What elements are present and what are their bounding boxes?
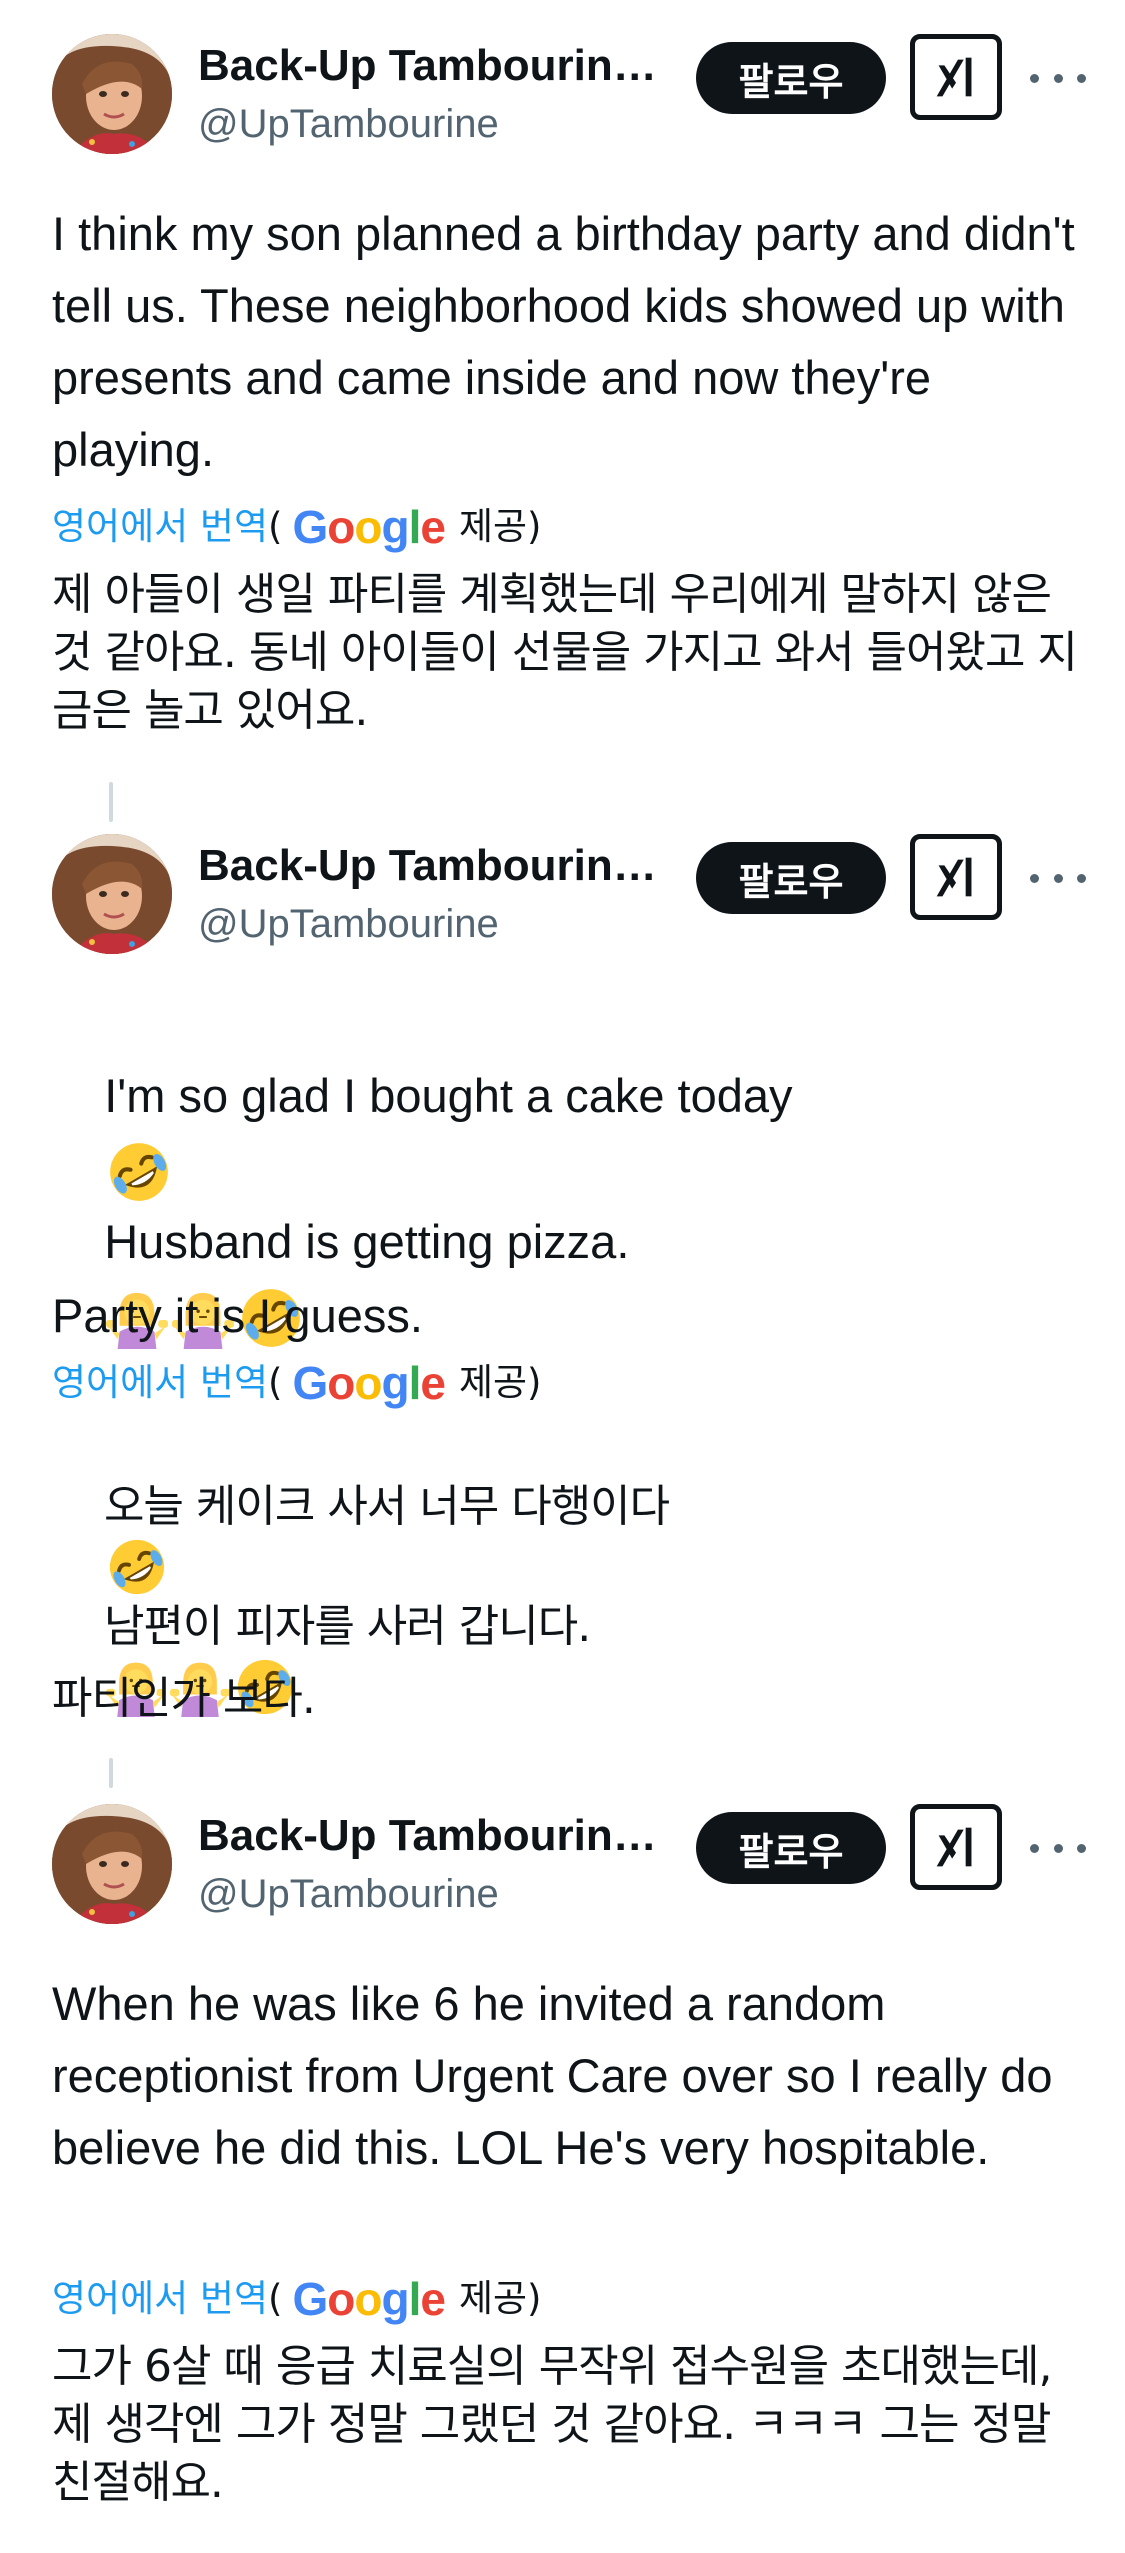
translated-segment: 남편이 피자를 사러 갑니다. bbox=[103, 1601, 591, 1652]
google-logo: Google bbox=[292, 2273, 445, 2325]
display-name[interactable]: Back-Up Tambourin… bbox=[198, 40, 676, 92]
paren-open: ( bbox=[268, 505, 283, 548]
more-dot bbox=[1053, 873, 1063, 883]
translation-attribution: 영어에서 번역 ( Google 제공) bbox=[52, 2274, 541, 2324]
grok-icon bbox=[927, 1818, 985, 1876]
avatar[interactable] bbox=[52, 834, 172, 954]
tweet-3: Back-Up Tambourin… @UpTambourine 팔로우 Whe… bbox=[0, 1770, 1125, 2553]
user-handle[interactable]: @UpTambourine bbox=[198, 900, 499, 948]
avatar-image bbox=[52, 34, 172, 154]
follow-button[interactable]: 팔로우 bbox=[696, 42, 886, 114]
tweet-text: I think my son planned a birthday party … bbox=[52, 207, 1088, 476]
more-dots-icon bbox=[1030, 873, 1039, 883]
translate-link[interactable]: 영어에서 번역 bbox=[52, 2274, 268, 2324]
tweet-text-segment: Husband is getting pizza. bbox=[104, 1215, 630, 1268]
provided-by-label: 제공) bbox=[458, 2277, 542, 2320]
grok-icon bbox=[927, 848, 985, 906]
tweet-text-segment: I'm so glad I bought a cake today bbox=[104, 1069, 793, 1122]
google-logo: Google bbox=[292, 1357, 445, 1409]
display-name[interactable]: Back-Up Tambourin… bbox=[198, 840, 676, 892]
grok-icon bbox=[927, 48, 985, 106]
translation-attribution: 영어에서 번역 ( Google 제공) bbox=[52, 1358, 541, 1408]
paren-open: ( bbox=[268, 2277, 283, 2320]
avatar[interactable] bbox=[52, 1804, 172, 1924]
more-dot bbox=[1053, 73, 1063, 83]
more-options-button[interactable] bbox=[1030, 68, 1086, 88]
more-dots-icon bbox=[1030, 1843, 1039, 1853]
translated-text: 그가 6살 때 응급 치료실의 무작위 접수원을 초대했는데, 제 생각엔 그가… bbox=[52, 2341, 1065, 2508]
paren-open: ( bbox=[268, 1361, 283, 1404]
google-logo: Google bbox=[292, 501, 445, 553]
more-dot bbox=[1053, 1843, 1063, 1853]
more-options-button[interactable] bbox=[1030, 868, 1086, 888]
translated-text-line-2: 남편이 피자를 사러 갑니다. bbox=[52, 1540, 1092, 1776]
follow-button[interactable]: 팔로우 bbox=[696, 842, 886, 914]
grok-button[interactable] bbox=[910, 34, 1002, 120]
translated-text: 제 아들이 생일 파티를 계획했는데 우리에게 말하지 않은 것 같아요. 동네… bbox=[52, 569, 1078, 736]
tweet-2: Back-Up Tambourin… @UpTambourine 팔로우 I'm… bbox=[0, 800, 1125, 1770]
more-dots-icon bbox=[1030, 73, 1039, 83]
follow-button[interactable]: 팔로우 bbox=[696, 1812, 886, 1884]
tweet-text: When he was like 6 he invited a random r… bbox=[52, 1977, 1066, 2174]
translate-link[interactable]: 영어에서 번역 bbox=[52, 502, 268, 552]
avatar-image bbox=[52, 834, 172, 954]
provided-by-label: 제공) bbox=[458, 505, 542, 548]
translation-attribution: 영어에서 번역 ( Google 제공) bbox=[52, 502, 541, 552]
translate-link[interactable]: 영어에서 번역 bbox=[52, 1358, 268, 1408]
user-handle[interactable]: @UpTambourine bbox=[198, 1870, 499, 1918]
tweet-1: Back-Up Tambourin… @UpTambourine 팔로우 I t… bbox=[0, 0, 1125, 780]
avatar[interactable] bbox=[52, 34, 172, 154]
more-dot bbox=[1077, 73, 1086, 83]
grok-button[interactable] bbox=[910, 834, 1002, 920]
tweet-text-line-3: Party it is I guess. bbox=[52, 1289, 423, 1342]
provided-by-label: 제공) bbox=[458, 1361, 542, 1404]
more-options-button[interactable] bbox=[1030, 1838, 1086, 1858]
translated-segment: 오늘 케이크 사서 너무 다행이다 bbox=[103, 1481, 670, 1532]
user-handle[interactable]: @UpTambourine bbox=[198, 100, 499, 148]
avatar-image bbox=[52, 1804, 172, 1924]
display-name[interactable]: Back-Up Tambourin… bbox=[198, 1810, 676, 1862]
more-dot bbox=[1077, 1843, 1086, 1853]
grok-button[interactable] bbox=[910, 1804, 1002, 1890]
translated-text-line-3: 파티인가 보다. bbox=[52, 1673, 316, 1724]
more-dot bbox=[1077, 873, 1086, 883]
